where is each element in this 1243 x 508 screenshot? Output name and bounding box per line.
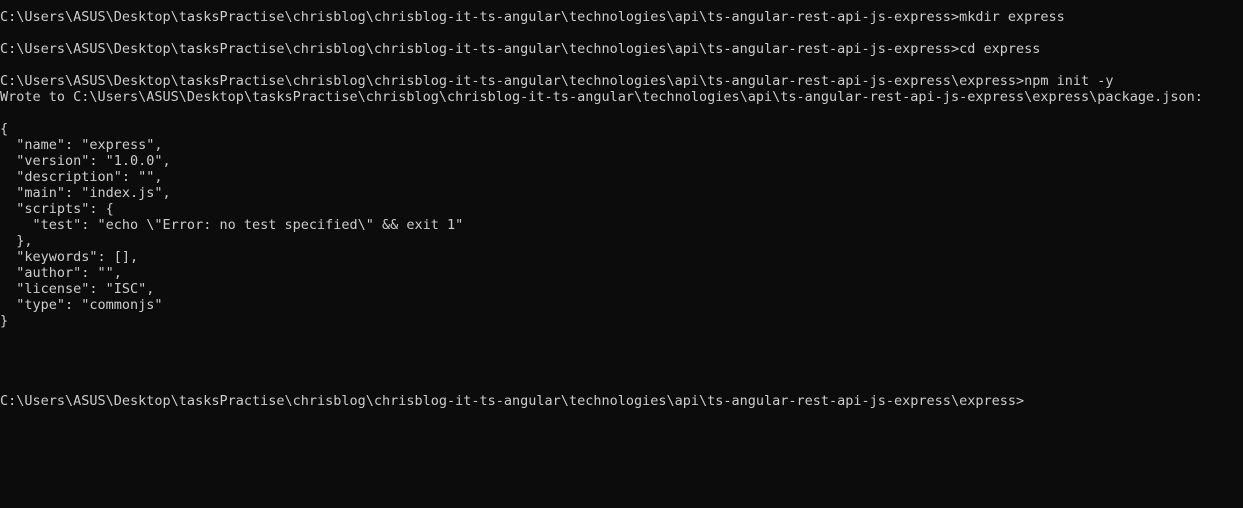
terminal-line-npm-init-command: C:\Users\ASUS\Desktop\tasksPractise\chri… (0, 73, 1114, 89)
json-line-main: "main": "index.js", (0, 185, 171, 201)
json-line-description: "description": "", (0, 169, 163, 185)
json-line-name: "name": "express", (0, 137, 163, 153)
json-line-license: "license": "ISC", (0, 281, 155, 297)
json-line-scripts: "scripts": { (0, 201, 114, 217)
json-line-author: "author": "", (0, 265, 122, 281)
json-line-scripts-close: }, (0, 233, 33, 249)
terminal-line-cd-command: C:\Users\ASUS\Desktop\tasksPractise\chri… (0, 41, 1041, 57)
json-line-version: "version": "1.0.0", (0, 153, 171, 169)
json-line-type: "type": "commonjs" (0, 297, 163, 313)
json-line-test-script: "test": "echo \"Error: no test specified… (0, 217, 464, 233)
terminal-window[interactable]: C:\Users\ASUS\Desktop\tasksPractise\chri… (0, 0, 1243, 508)
json-close-brace: } (0, 313, 9, 329)
terminal-line-mkdir-command: C:\Users\ASUS\Desktop\tasksPractise\chri… (0, 9, 1065, 25)
json-line-keywords: "keywords": [], (0, 249, 139, 265)
json-open-brace: { (0, 121, 9, 137)
terminal-line-wrote-package-json: Wrote to C:\Users\ASUS\Desktop\tasksPrac… (0, 89, 1203, 105)
terminal-prompt[interactable]: C:\Users\ASUS\Desktop\tasksPractise\chri… (0, 393, 1243, 409)
